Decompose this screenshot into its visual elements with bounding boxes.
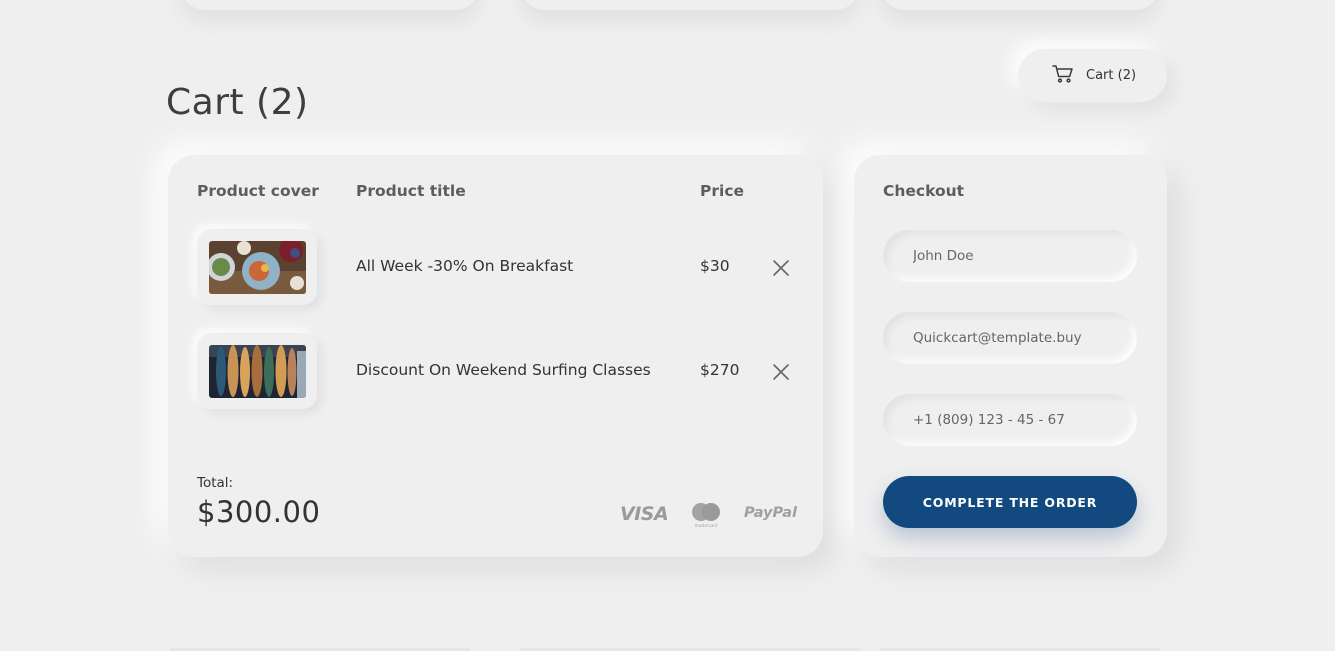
product-title[interactable]: Discount On Weekend Surfing Classes [356, 361, 651, 379]
remove-item-icon[interactable] [772, 363, 790, 381]
product-price: $270 [700, 361, 740, 379]
complete-order-button[interactable]: COMPLETE THE ORDER [883, 476, 1137, 528]
visa-logo: VISA [620, 503, 669, 525]
breakfast-product-image [208, 240, 306, 294]
total-value: $300.00 [197, 495, 321, 529]
cart-table-card: Product cover Product title Price All We… [168, 155, 823, 557]
cart-button[interactable]: Cart (2) [1018, 49, 1167, 102]
column-header-title: Product title [356, 182, 466, 200]
page-title: Cart (2) [166, 82, 309, 123]
top-decor-shadow [180, 0, 480, 10]
cart-item-row: All Week -30% On Breakfast $30 [168, 229, 823, 305]
paypal-logo: PayPal [744, 505, 797, 521]
product-price: $30 [700, 257, 730, 275]
email-field[interactable] [883, 312, 1137, 364]
svg-text:mastercard: mastercard [695, 523, 718, 528]
surfboards-product-image [208, 344, 306, 398]
product-cover-frame [197, 229, 317, 305]
checkout-title: Checkout [883, 182, 965, 200]
remove-item-icon[interactable] [772, 259, 790, 277]
column-header-price: Price [700, 182, 745, 200]
product-title[interactable]: All Week -30% On Breakfast [356, 257, 573, 275]
cart-button-label: Cart (2) [1086, 68, 1137, 83]
cart-icon [1052, 64, 1074, 88]
total-label: Total: [197, 475, 234, 491]
cart-item-row: Discount On Weekend Surfing Classes $270 [168, 333, 823, 409]
top-decor-shadow [520, 0, 860, 10]
mastercard-logo: mastercard [692, 503, 720, 528]
product-cover-frame [197, 333, 317, 409]
name-field[interactable] [883, 230, 1137, 282]
column-header-cover: Product cover [197, 182, 319, 200]
page: Cart (2) Cart (2) Product cover Product … [0, 0, 1335, 651]
checkout-card: Checkout COMPLETE THE ORDER [854, 155, 1167, 557]
phone-field[interactable] [883, 394, 1137, 446]
top-decor-shadow [880, 0, 1160, 10]
